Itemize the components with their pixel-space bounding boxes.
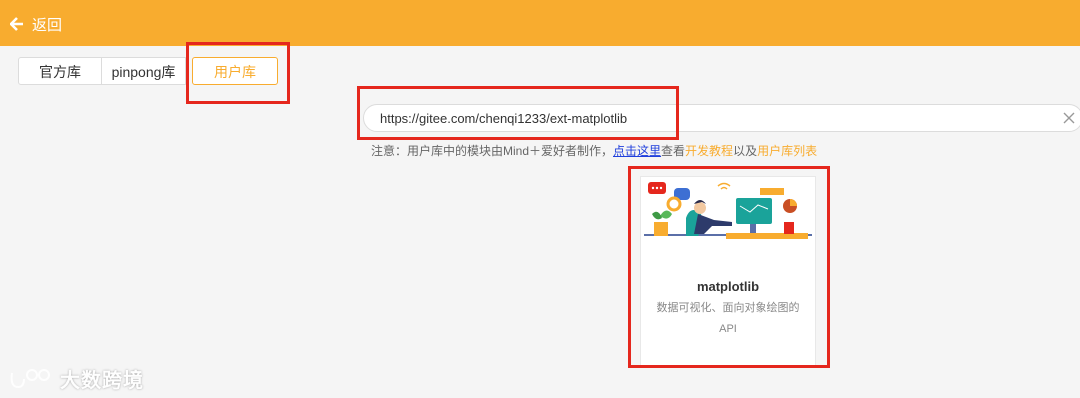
back-button[interactable]: 返回 [10,12,62,36]
card-description: 数据可视化、面向对象绘图的 API [649,298,807,340]
watermark: 大数跨境 [8,364,144,393]
library-tabs: 官方库 pinpong库 用户库 [18,57,278,85]
dev-tutorial-link[interactable]: 开发教程 [685,144,733,158]
card-description-line1: 数据可视化、面向对象绘图的 [656,302,800,314]
arrow-left-icon [10,17,23,31]
notice-text: 注意：用户库中的模块由Mind＋爱好者制作，点击这里查看开发教程以及用户库列表 [371,142,817,159]
notice-mid1: 查看 [661,144,686,158]
url-input[interactable] [380,109,980,127]
tab-user-library[interactable]: 用户库 [192,57,278,85]
notice-mid2: 以及 [733,144,758,158]
tab-pinpong-library[interactable]: pinpong库 [102,57,186,85]
card-illustration [644,182,812,239]
back-label: 返回 [32,16,63,34]
tab-official-library[interactable]: 官方库 [18,57,102,85]
url-search-bar [363,104,1080,132]
watermark-logo-icon [10,368,50,388]
library-card-matplotlib[interactable]: matplotlib 数据可视化、面向对象绘图的 API [640,176,816,368]
card-title: matplotlib [696,279,760,294]
card-description-line2: API [719,323,737,335]
user-library-list-link[interactable]: 用户库列表 [757,144,817,158]
notice-prefix: 注意：用户库中的模块由Mind＋爱好者制作， [371,144,614,158]
close-icon[interactable] [1062,111,1076,125]
top-bar: 返回 [0,0,1080,46]
click-here-link[interactable]: 点击这里 [613,144,661,158]
watermark-text: 大数跨境 [60,370,144,392]
